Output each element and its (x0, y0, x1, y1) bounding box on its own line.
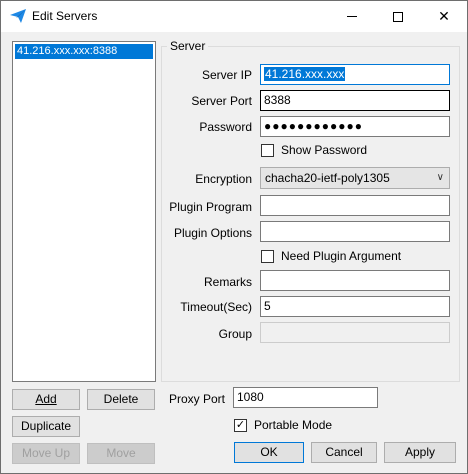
maximize-icon (393, 11, 403, 22)
server-list-item[interactable]: 41.216.xxx.xxx:8388 (15, 44, 153, 59)
need-plugin-argument-checkbox[interactable]: Need Plugin Argument (261, 249, 401, 263)
apply-button-label: Apply (404, 445, 436, 459)
show-password-box[interactable] (261, 143, 274, 157)
checkmark-icon: ✓ (235, 418, 246, 431)
maximize-button[interactable] (375, 1, 421, 32)
close-icon: ✕ (438, 8, 450, 24)
server-ip-value: 41.216.xxx.xxx (264, 67, 346, 81)
need-plugin-argument-box[interactable] (261, 249, 274, 263)
portable-mode-label: Portable Mode (254, 418, 333, 432)
plugin-options-input[interactable] (260, 221, 450, 242)
cancel-button[interactable]: Cancel (311, 442, 377, 463)
show-password-checkbox[interactable]: Show Password (261, 143, 367, 157)
group-label: Group (218, 327, 252, 341)
duplicate-button-label: Duplicate (20, 419, 72, 433)
password-input[interactable]: ●●●●●●●●●●●● (260, 116, 450, 137)
server-port-label: Server Port (191, 94, 252, 108)
close-button[interactable]: ✕ (421, 1, 467, 32)
server-port-input[interactable]: 8388 (260, 90, 450, 111)
minimize-button[interactable] (329, 1, 375, 32)
portable-mode-box[interactable]: ✓ (234, 418, 247, 432)
cancel-button-label: Cancel (325, 445, 363, 459)
duplicate-button[interactable]: Duplicate (12, 416, 80, 437)
server-group-title: Server (167, 39, 209, 53)
encryption-value: chacha20-ietf-poly1305 (265, 171, 390, 185)
move-up-button[interactable]: Move Up (12, 443, 80, 464)
minimize-icon (347, 16, 357, 17)
add-button-label: Add (35, 392, 57, 406)
move-up-button-label: Move Up (21, 446, 71, 460)
encryption-label: Encryption (195, 172, 252, 186)
encryption-select[interactable]: chacha20-ietf-poly1305 ∨ (260, 167, 450, 189)
proxy-port-input[interactable]: 1080 (233, 387, 378, 408)
title-bar: Edit Servers ✕ (1, 1, 467, 32)
portable-mode-checkbox[interactable]: ✓ Portable Mode (234, 418, 332, 432)
timeout-input[interactable]: 5 (260, 296, 450, 317)
edit-servers-window: Edit Servers ✕ 41.216.xxx.xxx:8388 Serve… (0, 0, 468, 474)
timeout-label: Timeout(Sec) (180, 300, 252, 314)
move-down-button-label: Move (106, 446, 136, 460)
ok-button[interactable]: OK (234, 442, 304, 463)
plugin-options-label: Plugin Options (173, 226, 252, 240)
server-ip-label: Server IP (201, 68, 252, 82)
ok-button-label: OK (260, 445, 278, 459)
window-title: Edit Servers (32, 9, 98, 23)
plugin-program-input[interactable] (260, 195, 450, 216)
proxy-port-label: Proxy Port (168, 392, 225, 406)
add-button[interactable]: Add (12, 389, 80, 410)
paper-plane-icon (10, 9, 26, 23)
chevron-down-icon: ∨ (436, 172, 444, 183)
move-down-button[interactable]: Move (87, 443, 155, 464)
password-label: Password (199, 120, 252, 134)
server-ip-input[interactable]: 41.216.xxx.xxx (260, 64, 450, 85)
show-password-label: Show Password (281, 143, 368, 157)
plugin-program-label: Plugin Program (169, 200, 252, 214)
need-plugin-argument-label: Need Plugin Argument (281, 249, 402, 263)
apply-button[interactable]: Apply (384, 442, 456, 463)
remarks-input[interactable] (260, 270, 450, 291)
group-input[interactable] (260, 322, 450, 343)
remarks-label: Remarks (203, 275, 252, 289)
